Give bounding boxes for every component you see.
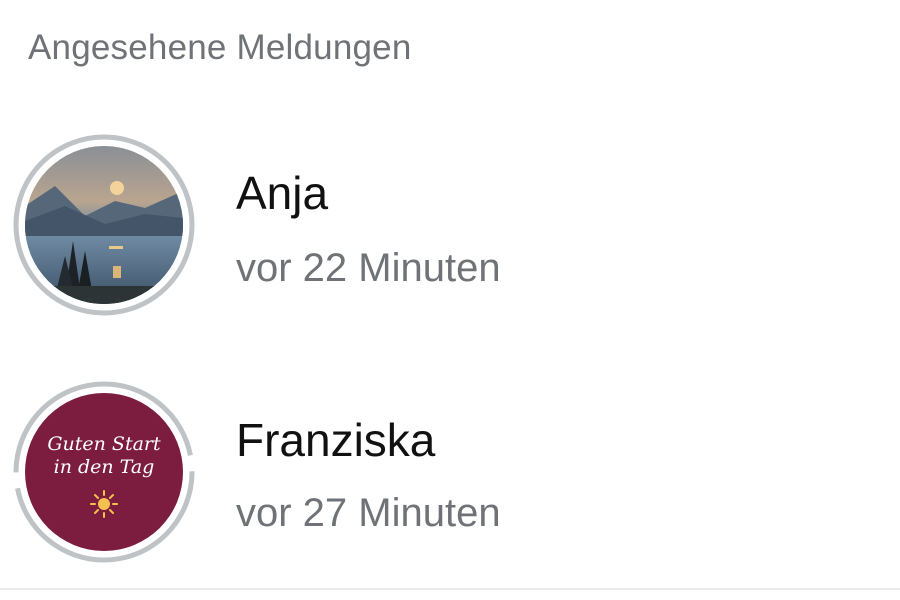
avatar-caption: Guten Start in den Tag [47,433,161,478]
status-timestamp: vor 27 Minuten [236,491,501,535]
contact-name: Anja [236,167,329,219]
divider [0,588,900,590]
status-item-franziska[interactable]: Guten Start in den Tag Franziska vor 27 … [0,375,900,565]
status-timestamp: vor 22 Minuten [236,246,501,290]
status-ring: Guten Start in den Tag [13,381,195,563]
sun-icon [89,489,119,519]
section-header: Angesehene Meldungen [28,28,412,67]
contact-name: Franziska [236,414,436,466]
status-item-anja[interactable]: Anja vor 22 Minuten [0,128,900,318]
avatar [25,146,183,304]
avatar: Guten Start in den Tag [25,393,183,551]
status-ring [13,134,195,316]
